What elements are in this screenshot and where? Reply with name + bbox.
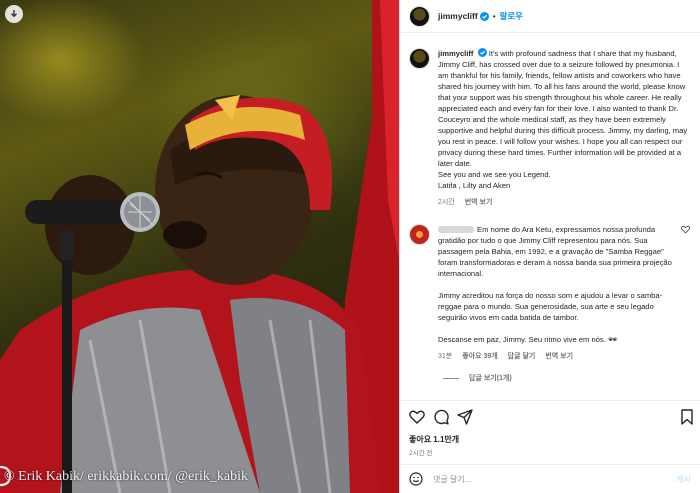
avatar[interactable]	[409, 48, 430, 69]
post-details-panel: jimmycliff • 팔로우 jimmycliff It's with pr…	[399, 0, 700, 493]
commenter-avatar[interactable]	[409, 224, 430, 245]
comment-time: 31분	[438, 353, 453, 360]
verified-badge-icon	[479, 11, 489, 21]
view-replies-button[interactable]: 답글 보기(1개)	[443, 373, 700, 383]
comment-input-bar: 게시	[400, 464, 700, 493]
view-replies-label: 답글 보기(1개)	[469, 375, 512, 382]
comment-icon[interactable]	[433, 409, 449, 425]
comment-paragraph: Descanse em paz, Jimmy. Seu ritmo vive e…	[438, 335, 618, 344]
bookmark-icon[interactable]	[679, 409, 695, 425]
action-bar	[400, 400, 700, 430]
comment-translate-button[interactable]: 번역 보기	[545, 353, 573, 360]
post-photo[interactable]: © Erik Kabik/ erikkabik.com/ @erik_kabik	[0, 0, 399, 493]
likes-count[interactable]: 좋아요 1.1만개	[409, 434, 459, 445]
heart-icon[interactable]	[409, 409, 425, 425]
post-comment-button[interactable]: 게시	[676, 474, 691, 485]
header-separator: •	[492, 11, 496, 21]
share-icon[interactable]	[457, 409, 473, 425]
comment-paragraph: Jimmy acreditou na força do nosso som e …	[438, 291, 663, 322]
singer-photo-illustration	[0, 0, 399, 493]
post-timestamp: 2시간 전	[409, 450, 433, 457]
comment-paragraph: Em nome do Ara Ketu, expressamos nossa p…	[438, 225, 672, 278]
replies-divider	[443, 377, 459, 379]
caption-meta: 2시간 번역 보기	[438, 197, 688, 208]
comment-like-heart-icon[interactable]	[681, 225, 690, 234]
caption-username[interactable]: jimmycliff	[438, 49, 473, 58]
comments-scroll-area[interactable]: jimmycliff It's with profound sadness th…	[400, 34, 700, 394]
header-username[interactable]: jimmycliff	[438, 11, 478, 21]
caption-translate-button[interactable]: 번역 보기	[465, 199, 493, 206]
caption-signature: Latifa , Lilty and Aken	[438, 181, 511, 190]
caption-time[interactable]: 2시간	[438, 199, 455, 206]
verified-badge-icon	[477, 48, 487, 57]
download-circle-icon	[11, 10, 17, 18]
emoji-icon[interactable]	[409, 472, 423, 486]
comment-reply-button[interactable]: 답글 달기	[508, 353, 536, 360]
download-button[interactable]	[5, 5, 23, 23]
caption-line: See you and we see you Legend.	[438, 170, 551, 179]
caption-text: It's with profound sadness that I share …	[438, 49, 688, 168]
post-caption: jimmycliff It's with profound sadness th…	[400, 34, 700, 208]
comment-item: Em nome do Ara Ketu, expressamos nossa p…	[400, 208, 700, 362]
comment-input[interactable]	[433, 474, 643, 484]
commenter-username-blurred[interactable]	[438, 226, 474, 233]
photo-watermark: © Erik Kabik/ erikkabik.com/ @erik_kabik	[4, 469, 248, 484]
comment-meta: 31분 좋아요 39개 답글 달기 번역 보기	[438, 351, 678, 362]
caption-body: jimmycliff It's with profound sadness th…	[438, 48, 688, 208]
follow-button[interactable]: 팔로우	[500, 10, 523, 22]
comment-body: Em nome do Ara Ketu, expressamos nossa p…	[438, 224, 678, 362]
avatar[interactable]	[409, 5, 430, 27]
comment-likes[interactable]: 좋아요 39개	[462, 353, 498, 360]
post-header: jimmycliff • 팔로우	[400, 0, 700, 33]
